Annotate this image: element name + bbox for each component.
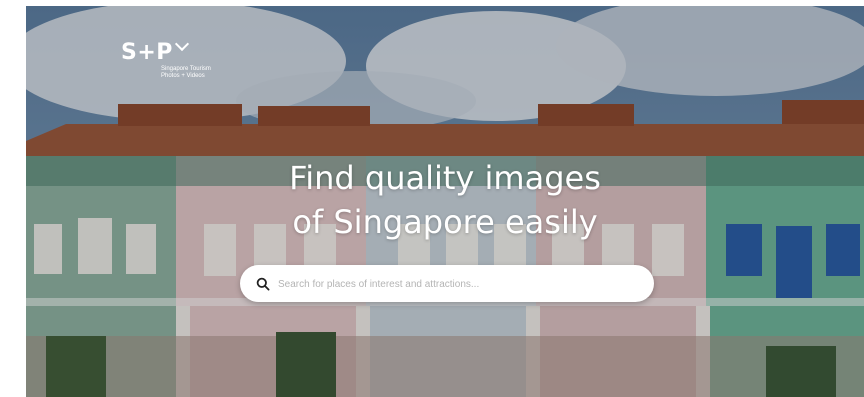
logo-tagline-line2: Photos + Videos: [161, 73, 205, 79]
hero-headline-line2: of Singapore easily: [292, 203, 598, 241]
chevron-down-icon: [174, 36, 189, 52]
hero-banner: S+P Singapore Tourism Photos + Videos Fi…: [26, 6, 864, 397]
search-input[interactable]: [276, 265, 640, 304]
logo-tagline: Singapore Tourism Photos + Videos: [161, 66, 211, 80]
hero-headline-line1: Find quality images: [289, 159, 601, 197]
brand-logo[interactable]: S+P Singapore Tourism Photos + Videos: [121, 36, 211, 79]
logo-mark: S+P: [121, 36, 189, 64]
search-bar[interactable]: [240, 265, 654, 304]
search-icon[interactable]: [256, 277, 270, 291]
hero-headline: Find quality images of Singapore easily: [26, 156, 864, 244]
logo-tagline-line1: Singapore Tourism: [161, 66, 211, 72]
